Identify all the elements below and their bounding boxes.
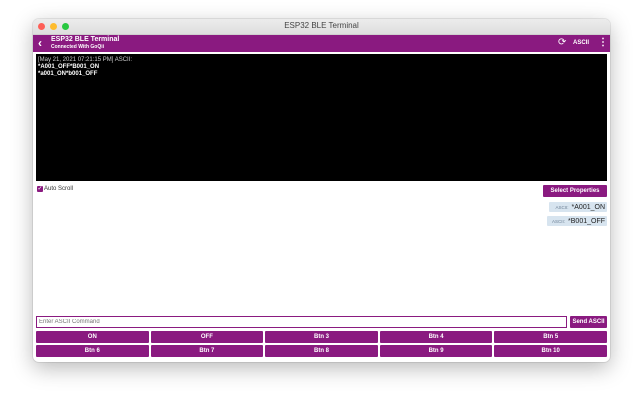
ascii-mode-button[interactable]: ASCII bbox=[573, 40, 589, 46]
macro-button-8[interactable]: Btn 8 bbox=[265, 345, 378, 357]
sent-message: ASCII: *A001_ON bbox=[549, 202, 607, 212]
app-title: ESP32 BLE Terminal bbox=[51, 36, 120, 43]
macro-button-4[interactable]: Btn 4 bbox=[379, 331, 493, 343]
macro-button-5[interactable]: Btn 5 bbox=[494, 331, 607, 343]
checkbox-checked-icon[interactable]: ✓ bbox=[37, 186, 43, 192]
connection-status: Connected With GoQii bbox=[51, 44, 105, 50]
message-tag: ASCII: bbox=[552, 218, 566, 224]
auto-scroll-toggle[interactable]: ✓ Auto Scroll bbox=[37, 186, 73, 192]
app-window: ESP32 BLE Terminal ‹ ESP32 BLE Terminal … bbox=[33, 19, 610, 362]
message-tag: ASCII: bbox=[555, 204, 569, 210]
macro-button-2[interactable]: OFF bbox=[150, 331, 264, 343]
macro-button-10[interactable]: Btn 10 bbox=[494, 345, 607, 357]
back-icon[interactable]: ‹ bbox=[38, 36, 42, 50]
send-ascii-button[interactable]: Send ASCII bbox=[570, 316, 607, 328]
sent-message: ASCII: *B001_OFF bbox=[547, 216, 607, 226]
refresh-icon[interactable]: ⟳ bbox=[558, 37, 566, 49]
terminal-output[interactable]: [May 21, 2021 07:21:15 PM] ASCII: *A001_… bbox=[36, 54, 607, 181]
macro-button-7[interactable]: Btn 7 bbox=[150, 345, 264, 357]
macro-button-3[interactable]: Btn 3 bbox=[265, 331, 378, 343]
app-bar: ‹ ESP32 BLE Terminal Connected With GoQi… bbox=[33, 35, 610, 52]
macro-button-9[interactable]: Btn 9 bbox=[379, 345, 493, 357]
macro-button-1[interactable]: ON bbox=[36, 331, 149, 343]
command-input[interactable] bbox=[36, 316, 567, 328]
terminal-timestamp: [May 21, 2021 07:21:15 PM] ASCII: bbox=[38, 57, 133, 63]
auto-scroll-label: Auto Scroll bbox=[44, 186, 74, 192]
terminal-line: *a001_ON*b001_OFF bbox=[38, 71, 98, 77]
window-titlebar: ESP32 BLE Terminal bbox=[33, 19, 610, 35]
window-title: ESP32 BLE Terminal bbox=[284, 21, 359, 30]
macro-button-6[interactable]: Btn 6 bbox=[36, 345, 149, 357]
more-options-icon[interactable]: ⋮ bbox=[598, 36, 608, 49]
message-text: *B001_OFF bbox=[568, 217, 605, 225]
message-text: *A001_ON bbox=[571, 203, 605, 211]
select-properties-button[interactable]: Select Properties bbox=[543, 185, 607, 197]
terminal-line: *A001_OFF*B001_ON bbox=[38, 64, 100, 70]
macro-button-grid: ON OFF Btn 3 Btn 4 Btn 5 Btn 6 Btn 7 Btn… bbox=[36, 331, 607, 357]
